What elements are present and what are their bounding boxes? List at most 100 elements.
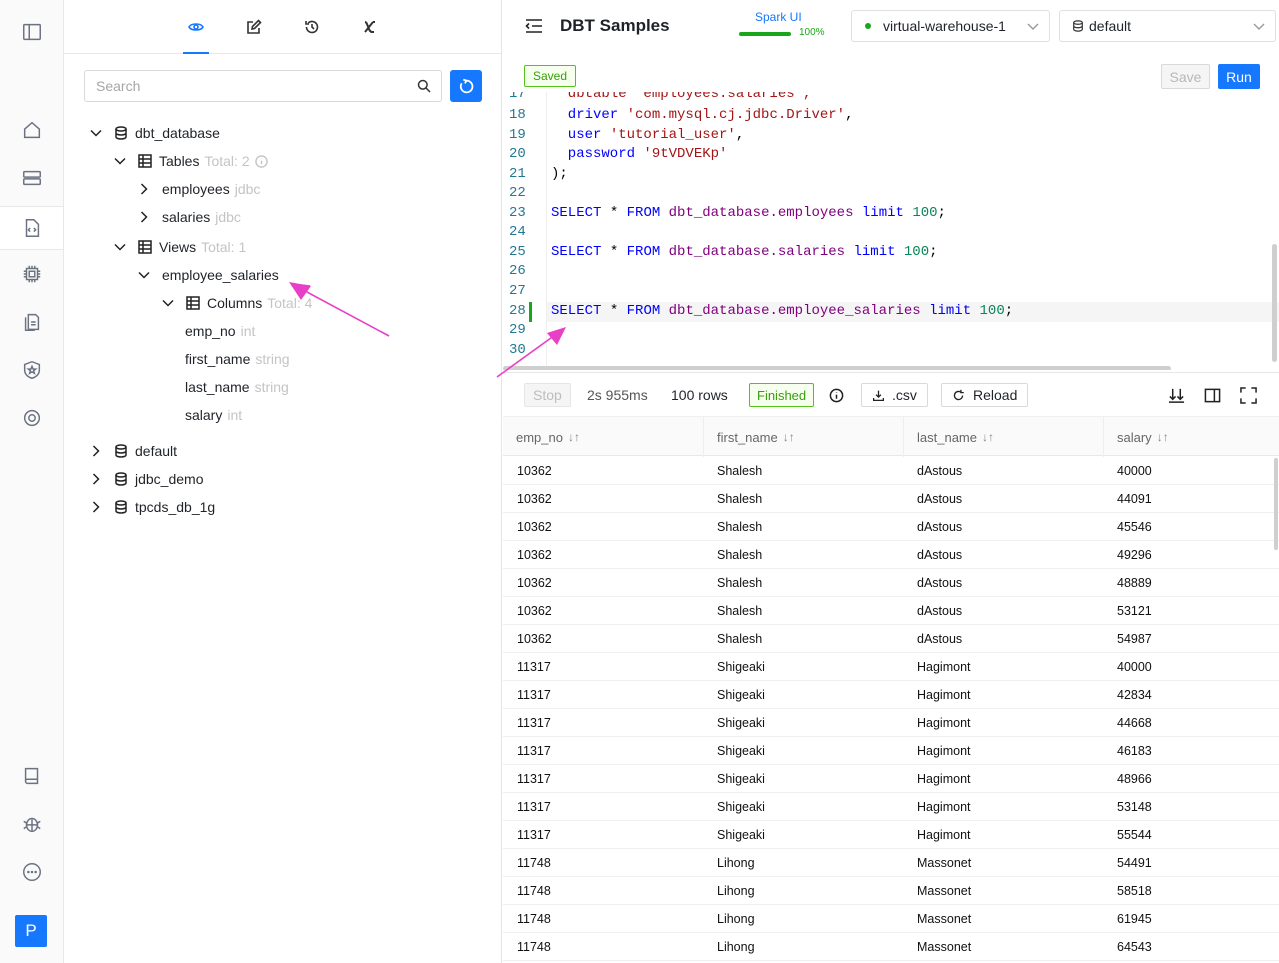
chevron-right-icon[interactable] [90,501,102,513]
tab-preview-eye-icon[interactable] [181,0,211,54]
column-last-name[interactable]: last_name string [185,373,289,401]
scroll-to-bottom-icon[interactable] [1168,383,1185,407]
table-cell-first-name: Shigeaki [717,828,765,842]
user-avatar[interactable]: P [15,915,47,947]
code-token: FROM [626,205,661,221]
table-scrollbar[interactable] [1274,458,1278,550]
tree-node-label: dbt_database [135,125,220,141]
table-cell-first-name: Lihong [717,940,755,954]
table-row[interactable]: 10362 Shalesh dAstous 48889 [503,569,1279,597]
table-row[interactable]: 11317 Shigeaki Hagimont 53148 [503,793,1279,821]
table-row[interactable]: 10362 Shalesh dAstous 49296 [503,541,1279,569]
column-header-emp-no[interactable]: emp_no ↓↑ [503,417,703,457]
collapse-outline-icon[interactable] [525,17,543,35]
search-icon[interactable] [417,79,431,93]
save-button[interactable]: Save [1161,64,1210,89]
tree-node-salaries[interactable]: salaries jdbc [138,203,241,231]
chat-support-icon[interactable] [0,850,63,894]
table-row[interactable]: 10362 Shalesh dAstous 44091 [503,485,1279,513]
sql-editor-icon[interactable] [0,206,63,250]
line-number: 24 [509,224,526,240]
tab-variables-x-icon[interactable] [355,0,385,54]
tree-node-columns[interactable]: Columns Total: 4 [162,289,312,317]
sql-code-editor[interactable]: 17 18 19 20 21 22 23 24 25 26 27 28 29 3… [503,92,1279,370]
spark-ui-progress[interactable]: Spark UI 100% [739,10,829,40]
notebooks-icon[interactable] [0,300,63,344]
table-cell-last-name: dAstous [917,464,963,478]
sort-icon[interactable]: ↓↑ [568,430,580,444]
table-row[interactable]: 10362 Shalesh dAstous 53121 [503,597,1279,625]
compute-chip-icon[interactable] [0,252,63,296]
tree-node-employee-salaries[interactable]: employee_salaries [138,261,279,289]
tree-node-tpcds-db-1g[interactable]: tpcds_db_1g [90,493,215,521]
chevron-down-icon[interactable] [138,269,150,281]
chevron-down-icon[interactable] [114,241,126,253]
spark-ui-link[interactable]: Spark UI [755,10,802,24]
table-row[interactable]: 11748 Lihong Massonet 58518 [503,877,1279,905]
tree-node-tables[interactable]: Tables Total: 2 [114,147,268,175]
column-header-salary[interactable]: salary ↓↑ [1103,417,1279,457]
storage-icon[interactable] [0,156,63,200]
chevron-down-icon[interactable] [162,297,174,309]
tab-edit-icon[interactable] [239,0,269,54]
line-number: 22 [509,185,526,201]
table-row[interactable]: 11317 Shigeaki Hagimont 42834 [503,681,1279,709]
info-icon[interactable] [254,154,268,168]
tab-history-icon[interactable] [297,0,327,54]
status-dot-icon [865,23,871,29]
line-number: 30 [509,342,526,358]
refresh-button[interactable] [450,70,482,102]
security-shield-icon[interactable] [0,348,63,392]
table-row[interactable]: 11748 Lihong Massonet 61945 [503,905,1279,933]
split-layout-icon[interactable] [1204,383,1221,407]
chevron-right-icon[interactable] [90,445,102,457]
run-button[interactable]: Run [1218,64,1260,89]
table-row[interactable]: 11317 Shigeaki Hagimont 40000 [503,653,1279,681]
vertical-scrollbar[interactable] [1272,244,1277,362]
chevron-right-icon[interactable] [90,473,102,485]
database-select[interactable]: default [1059,10,1276,42]
download-csv-button[interactable]: .csv [861,383,928,407]
column-first-name[interactable]: first_name string [185,345,290,373]
table-cell-emp-no: 11748 [517,884,551,898]
table-row[interactable]: 11748 Lihong Massonet 54491 [503,849,1279,877]
table-row[interactable]: 10362 Shalesh dAstous 40000 [503,457,1279,485]
search-input[interactable] [85,71,405,101]
table-row[interactable]: 11317 Shigeaki Hagimont 44668 [503,709,1279,737]
reload-button[interactable]: Reload [941,383,1029,407]
horizontal-scrollbar[interactable] [503,366,1171,370]
settings-gear-icon[interactable] [0,396,63,440]
chevron-down-icon[interactable] [90,127,102,139]
column-salary[interactable]: salary int [185,401,242,429]
stop-button[interactable]: Stop [524,383,571,407]
table-row[interactable]: 11317 Shigeaki Hagimont 48966 [503,765,1279,793]
table-row[interactable]: 11317 Shigeaki Hagimont 55544 [503,821,1279,849]
chevron-right-icon[interactable] [138,183,150,195]
table-row[interactable]: 11748 Lihong Massonet 64543 [503,933,1279,961]
line-number: 26 [509,263,526,279]
table-row[interactable]: 10362 Shalesh dAstous 54987 [503,625,1279,653]
sort-icon[interactable]: ↓↑ [1157,430,1169,444]
warehouse-select[interactable]: virtual-warehouse-1 [851,10,1050,42]
table-row[interactable]: 10362 Shalesh dAstous 45546 [503,513,1279,541]
home-icon[interactable] [0,108,63,152]
docs-book-icon[interactable] [0,754,63,798]
database-icon [115,126,127,140]
tree-node-default[interactable]: default [90,437,177,465]
column-header-first-name[interactable]: first_name ↓↑ [703,417,903,457]
debug-bug-icon[interactable] [0,802,63,846]
chevron-right-icon[interactable] [138,211,150,223]
table-row[interactable]: 11317 Shigeaki Hagimont 46183 [503,737,1279,765]
sidebar-toggle-icon[interactable] [0,10,63,54]
tree-node-employees[interactable]: employees jdbc [138,175,260,203]
fullscreen-icon[interactable] [1240,383,1257,407]
tree-node-views[interactable]: Views Total: 1 [114,233,246,261]
sort-icon[interactable]: ↓↑ [982,430,994,444]
sort-icon[interactable]: ↓↑ [783,430,795,444]
chevron-down-icon[interactable] [114,155,126,167]
tree-node-jdbc-demo[interactable]: jdbc_demo [90,465,204,493]
info-icon[interactable] [829,383,844,407]
tree-node-dbt-database[interactable]: dbt_database [90,119,220,147]
column-header-last-name[interactable]: last_name ↓↑ [903,417,1103,457]
column-emp-no[interactable]: emp_no int [185,317,255,345]
